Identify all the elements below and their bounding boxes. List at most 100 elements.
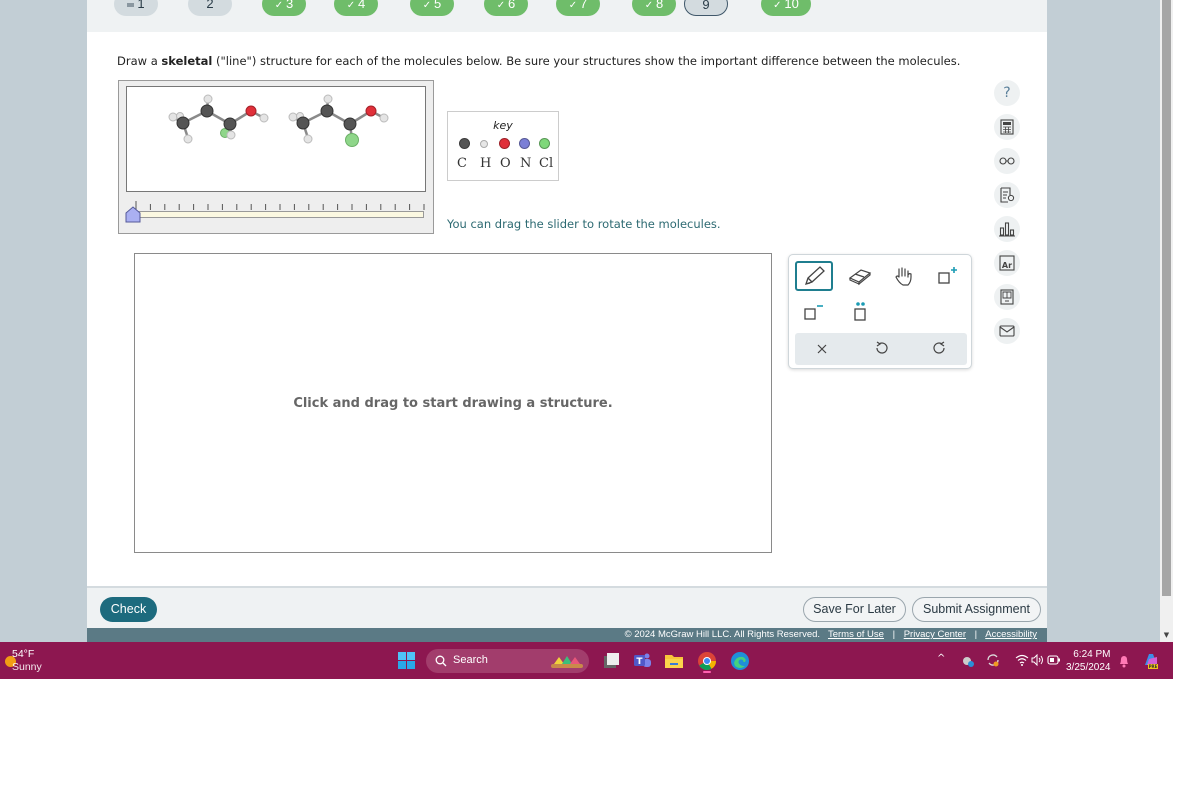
molecule-1 — [168, 94, 269, 144]
question-number: 5 — [433, 0, 442, 11]
privacy-link[interactable]: Privacy Center — [904, 629, 966, 640]
sync-icon[interactable] — [985, 652, 1001, 668]
question-4-button[interactable]: ✓ 4 — [334, 0, 378, 16]
accessibility-link[interactable]: Accessibility — [985, 629, 1037, 640]
notification-bell-icon[interactable] — [1118, 654, 1130, 668]
date: 3/25/2024 — [1066, 662, 1111, 673]
checkmark-icon: ✓ — [346, 0, 358, 11]
periodic-table-symbol: Ar — [1002, 261, 1012, 270]
separator: | — [974, 629, 978, 640]
edge-icon[interactable] — [730, 651, 750, 671]
key-label-o: O — [500, 156, 511, 171]
chevron-up-icon[interactable]: ^ — [937, 653, 945, 664]
terms-link[interactable]: Terms of Use — [828, 629, 884, 640]
scroll-down-arrow-icon[interactable]: ▼ — [1161, 630, 1172, 640]
battery-icon[interactable] — [1047, 654, 1061, 666]
hydrogen-atom — [259, 113, 269, 123]
negative-charge-tool[interactable] — [795, 297, 833, 327]
check-button[interactable]: Check — [100, 597, 157, 622]
periodic-table-button[interactable]: Ar — [994, 250, 1020, 276]
question-9-button[interactable]: 9 — [684, 0, 728, 16]
checkmark-icon: ✓ — [422, 0, 434, 11]
pencil-tool[interactable] — [795, 261, 833, 291]
molecule-viewer — [118, 80, 434, 234]
task-view-icon[interactable] — [602, 651, 622, 671]
carbon-atom — [200, 104, 214, 118]
undo-icon — [876, 341, 888, 354]
question-number: 2 — [206, 0, 214, 11]
hint-button[interactable] — [994, 182, 1020, 208]
hydrogen-atom — [288, 112, 298, 122]
rotation-slider-track[interactable] — [136, 211, 424, 218]
checkmark-icon: ✓ — [568, 0, 580, 11]
wifi-icon[interactable] — [1015, 654, 1029, 666]
instructions: Draw a skeletal ("line") structure for e… — [117, 54, 960, 68]
copilot-icon[interactable]: PRE — [1141, 651, 1161, 671]
question-1-button[interactable]: 1 — [114, 0, 158, 16]
teams-icon[interactable]: T — [632, 651, 652, 671]
key-label-h: H — [480, 156, 492, 171]
question-7-button[interactable]: ✓ 7 — [556, 0, 600, 16]
help-button[interactable]: ? — [994, 80, 1020, 106]
question-3-button[interactable]: ✓ 3 — [262, 0, 306, 16]
question-number: 3 — [285, 0, 294, 11]
chart-button[interactable] — [994, 216, 1020, 242]
clear-button[interactable] — [803, 334, 841, 364]
message-button[interactable] — [994, 318, 1020, 344]
question-number: 7 — [579, 0, 588, 11]
positive-charge-tool[interactable] — [929, 261, 967, 291]
redo-button[interactable] — [921, 334, 959, 364]
save-for-later-button[interactable]: Save For Later — [803, 597, 906, 622]
question-number: 9 — [702, 0, 710, 12]
windows-start-icon[interactable] — [398, 652, 415, 669]
taskbar-search[interactable]: Search — [426, 649, 589, 673]
instructions-prefix: Draw a — [117, 54, 162, 68]
drawing-canvas[interactable]: Click and drag to start drawing a struct… — [134, 253, 772, 553]
redo-icon — [933, 341, 945, 354]
question-5-button[interactable]: ✓ 5 — [410, 0, 454, 16]
rotation-slider-thumb[interactable] — [125, 206, 141, 223]
key-atom-o — [498, 138, 510, 149]
key-atom-cl — [538, 138, 550, 149]
question-6-button[interactable]: ✓ 6 — [484, 0, 528, 16]
question-10-button[interactable]: ✓ 10 — [761, 0, 811, 16]
key-atom-h — [480, 139, 488, 148]
question-8-button[interactable]: ✓ 8 — [632, 0, 676, 16]
question-number: 6 — [507, 0, 516, 11]
calculator-button[interactable] — [994, 114, 1020, 140]
key-atom-c — [458, 138, 470, 149]
instructions-suffix: ("line") structure for each of the molec… — [212, 54, 961, 68]
search-icon — [435, 655, 447, 667]
checkmark-icon: ✓ — [274, 0, 286, 11]
onedrive-icon[interactable] — [961, 654, 975, 668]
eraser-tool[interactable] — [841, 261, 879, 291]
undo-button[interactable] — [862, 334, 900, 364]
clock[interactable]: 6:24 PM 3/25/2024 — [1066, 648, 1111, 674]
scrollbar-thumb[interactable] — [1162, 0, 1171, 596]
carbon-atom — [296, 116, 310, 130]
chrome-icon[interactable] — [697, 651, 717, 673]
glasses-icon — [999, 157, 1015, 165]
reading-glasses-button[interactable] — [994, 148, 1020, 174]
close-icon — [817, 344, 827, 354]
file-explorer-icon[interactable] — [664, 651, 684, 671]
weather-widget[interactable]: 54°F Sunny — [5, 648, 42, 674]
flag-icon — [127, 2, 135, 7]
hand-tool[interactable] — [885, 261, 923, 291]
question-navigation: 1 2 ✓ 3 ✓ 4 ✓ 5 ✓ 6 ✓ 7 ✓ 8 9 ✓ 10 — [87, 0, 1047, 32]
molecule-2 — [288, 94, 389, 147]
lone-pair-tool[interactable] — [841, 297, 879, 327]
question-2-button[interactable]: 2 — [188, 0, 232, 16]
toolbox-actions — [795, 333, 967, 365]
screen: 1 2 ✓ 3 ✓ 4 ✓ 5 ✓ 6 ✓ 7 ✓ 8 9 ✓ 10 Draw a skeleta… — [0, 0, 1200, 800]
weather-condition: Sunny — [12, 661, 42, 673]
hydrogen-atom — [203, 94, 213, 104]
atom-color-key: key C H O N Cl — [447, 111, 559, 181]
textbook-button[interactable] — [994, 284, 1020, 310]
book-icon — [1000, 289, 1014, 305]
volume-icon[interactable] — [1031, 654, 1045, 666]
separator: | — [892, 629, 896, 640]
submit-assignment-button[interactable]: Submit Assignment — [912, 597, 1041, 622]
scrollbar[interactable]: ▼ — [1160, 0, 1173, 642]
checkmark-icon: ✓ — [773, 0, 785, 11]
